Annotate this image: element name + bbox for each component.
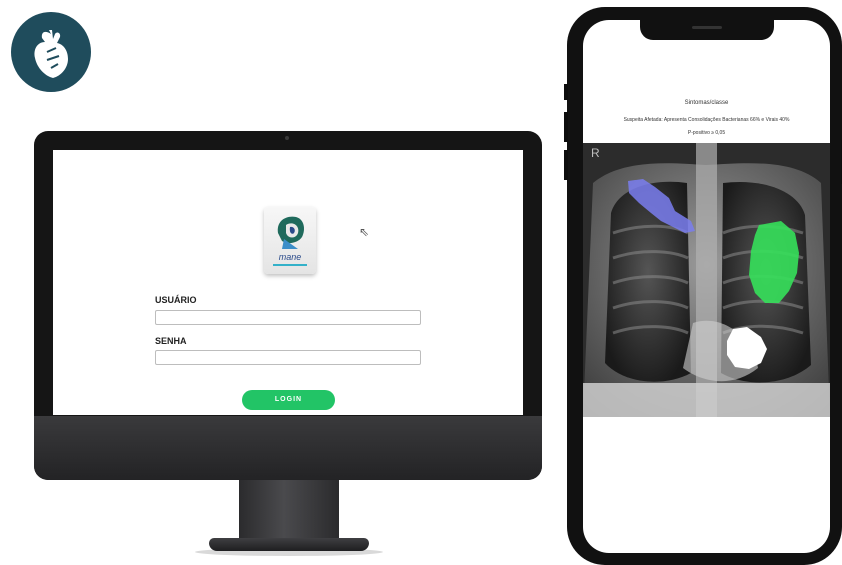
mouse-cursor-icon: ⇖: [359, 225, 370, 239]
chest-xray-image: R: [583, 143, 830, 417]
phone-volume-up-button: [564, 112, 568, 142]
heart-badge: [11, 12, 91, 92]
result-title: Sintomas/classe: [684, 100, 729, 106]
monitor-stand-base: [209, 538, 369, 551]
logo-underline: [273, 264, 307, 266]
result-p-value: P-positivo ≥ 0,05: [687, 130, 726, 136]
phone-screen: Sintomas/classe Suspeita Afetada: Aprese…: [583, 20, 830, 553]
username-field[interactable]: [155, 310, 421, 325]
username-label: USUÁRIO: [155, 295, 197, 305]
app-logo: mane: [264, 207, 316, 274]
login-button[interactable]: LOGIN: [242, 390, 335, 410]
password-field[interactable]: [155, 350, 421, 365]
monitor-chin: [34, 416, 542, 480]
xray-marker: R: [591, 146, 600, 160]
login-screen: mane ⇖ USUÁRIO SENHA LOGIN: [53, 150, 523, 415]
heart-icon: [34, 30, 68, 78]
desktop-monitor: mane ⇖ USUÁRIO SENHA LOGIN: [34, 131, 542, 480]
phone-volume-down-button: [564, 150, 568, 180]
phone-mute-button: [564, 84, 568, 100]
logo-text: mane: [278, 252, 302, 262]
phone-notch: [640, 20, 774, 40]
monitor-camera: [285, 136, 289, 140]
result-summary: Suspeita Afetada: Apresenta Consolidaçõe…: [623, 117, 790, 123]
logo-emblem: [277, 216, 304, 249]
xray-drawing: R: [583, 143, 830, 417]
monitor-stand-neck: [239, 480, 339, 540]
password-label: SENHA: [155, 336, 187, 346]
